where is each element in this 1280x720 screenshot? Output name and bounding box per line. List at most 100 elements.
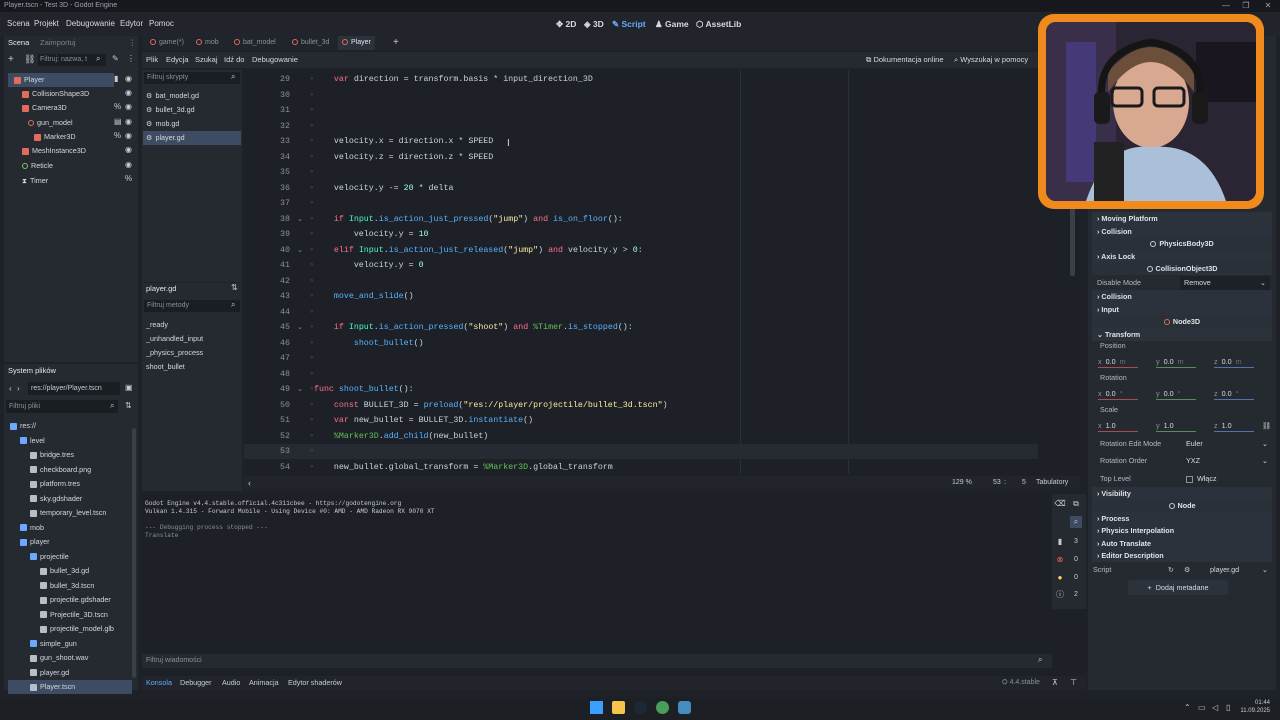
- position-y-field[interactable]: y 0.0 m: [1156, 355, 1210, 369]
- maximize-icon[interactable]: ❐: [1236, 0, 1256, 12]
- section-collision-2[interactable]: › Collision: [1092, 290, 1272, 303]
- code-line[interactable]: velocity.z = direction.z * SPEED: [314, 150, 493, 166]
- visibility-eye-icon[interactable]: ◉: [125, 160, 132, 169]
- code-line[interactable]: var direction = transform.basis * input_…: [314, 72, 593, 88]
- script-menu-file[interactable]: Plik: [146, 52, 158, 68]
- add-tab-icon[interactable]: +: [393, 36, 399, 50]
- code-line[interactable]: func shoot_bullet():: [314, 382, 414, 398]
- code-line[interactable]: velocity.x = direction.x * SPEED: [314, 134, 493, 150]
- method-list-item[interactable]: shoot_bullet: [146, 360, 185, 374]
- fold-arrow-icon[interactable]: ⌄: [297, 246, 303, 254]
- visibility-eye-icon[interactable]: ◉: [125, 131, 132, 140]
- fs-item[interactable]: projectile: [8, 550, 132, 564]
- script-attach-icon[interactable]: ✎: [112, 54, 119, 63]
- fs-item[interactable]: platform.tres: [8, 477, 132, 491]
- code-line[interactable]: if Input.is_action_just_pressed("jump") …: [314, 212, 623, 228]
- scrollbar[interactable]: [132, 428, 136, 678]
- scale-z-field[interactable]: z 1.0: [1214, 419, 1268, 433]
- code-line[interactable]: move_and_slide(): [314, 289, 414, 305]
- fs-item[interactable]: res://: [8, 419, 132, 433]
- visibility-eye-icon[interactable]: ◉: [125, 102, 132, 111]
- fold-arrow-icon[interactable]: ⌄: [297, 215, 303, 223]
- more-icon[interactable]: ⋮: [127, 54, 135, 63]
- visibility-eye-icon[interactable]: ◉: [125, 117, 132, 126]
- scene-tab[interactable]: bat_model: [230, 36, 280, 50]
- add-node-icon[interactable]: +: [8, 54, 14, 65]
- error-icon[interactable]: ⊗: [1054, 554, 1066, 566]
- node-marker[interactable]: Marker3D: [34, 130, 76, 144]
- clock-time[interactable]: 01:44: [1244, 700, 1270, 706]
- code-line[interactable]: new_bullet.global_transform = %Marker3D.…: [314, 460, 613, 476]
- code-line[interactable]: shoot_bullet(): [314, 336, 424, 352]
- menu-editor[interactable]: Edytor: [120, 12, 143, 36]
- expand-icon[interactable]: ⊤: [1070, 676, 1077, 690]
- rotation-y-field[interactable]: y 0.0 °: [1156, 387, 1210, 401]
- chrome-icon[interactable]: [656, 701, 669, 714]
- windows-start-icon[interactable]: [590, 701, 603, 714]
- menu-debug[interactable]: Debugowanie: [66, 12, 115, 36]
- close-icon[interactable]: ✕: [1258, 0, 1278, 12]
- sort-icon[interactable]: ⇅: [231, 283, 238, 292]
- godot-taskbar-icon[interactable]: [678, 701, 691, 714]
- message-filter-input[interactable]: Filtruj wiadomości: [142, 654, 1052, 668]
- method-list-item[interactable]: _physics_process: [146, 346, 203, 360]
- workspace-3d[interactable]: ◈ 3D: [584, 12, 604, 36]
- dock-menu-icon[interactable]: ⋮: [129, 36, 137, 50]
- disable-mode-select[interactable]: Remove ⌄: [1180, 276, 1270, 290]
- sort-icon[interactable]: ⇅: [125, 401, 132, 410]
- film-icon[interactable]: ▤: [114, 117, 122, 126]
- fs-item[interactable]: player: [8, 535, 132, 549]
- fs-item[interactable]: level: [8, 434, 132, 448]
- node-gun-model[interactable]: gun_model: [28, 116, 73, 130]
- warning-icon[interactable]: ●: [1054, 572, 1066, 584]
- copy-icon[interactable]: ⧉: [1070, 498, 1082, 510]
- section-moving-platform[interactable]: › Moving Platform: [1092, 212, 1272, 225]
- code-line[interactable]: if Input.is_action_pressed("shoot") and …: [314, 320, 633, 336]
- node-reticle[interactable]: Reticle: [22, 159, 53, 173]
- menu-scene[interactable]: Scena: [7, 12, 30, 36]
- tab-scene[interactable]: Scena: [4, 36, 33, 50]
- tab-debugger[interactable]: Debugger: [180, 676, 212, 690]
- script-list-item[interactable]: ⚙ bullet_3d.gd: [143, 103, 241, 117]
- script-menu-debug[interactable]: Debugowanie: [252, 52, 298, 68]
- fold-arrow-icon[interactable]: ⌄: [297, 385, 303, 393]
- rotation-order-select[interactable]: YXZ ⌄: [1184, 454, 1272, 468]
- collapse-icon[interactable]: ‹: [248, 476, 251, 490]
- scene-tab[interactable]: game(*): [146, 36, 188, 50]
- files-filter-input[interactable]: Filtruj pliki: [6, 400, 118, 413]
- split-view-icon[interactable]: ▣: [125, 383, 133, 392]
- code-line[interactable]: %Marker3D.add_child(new_bullet): [314, 429, 488, 445]
- gear-icon[interactable]: ⚙: [1184, 563, 1190, 577]
- file-explorer-icon[interactable]: [612, 701, 625, 714]
- fs-item[interactable]: mob: [8, 521, 132, 535]
- menu-project[interactable]: Projekt: [34, 12, 59, 36]
- message-icon[interactable]: ▮: [1054, 536, 1066, 548]
- menu-help[interactable]: Pomoc: [149, 12, 174, 36]
- scale-x-field[interactable]: x 1.0: [1098, 419, 1152, 433]
- workspace-assetlib[interactable]: ⬡ AssetLib: [696, 12, 741, 36]
- script-list-item[interactable]: ⚙ bat_model.gd: [143, 89, 241, 103]
- chevron-up-icon[interactable]: ⌃: [1184, 703, 1191, 712]
- scene-tab[interactable]: Player: [338, 36, 375, 50]
- battery-icon[interactable]: ▯: [1226, 703, 1230, 712]
- fs-item[interactable]: temporary_level.tscn: [8, 506, 132, 520]
- workspace-script[interactable]: ✎ Script: [612, 12, 646, 36]
- zoom-level[interactable]: 129 %: [952, 476, 972, 490]
- fs-item[interactable]: projectile_model.glb: [8, 622, 132, 636]
- scene-tab[interactable]: bullet_3d: [288, 36, 333, 50]
- position-z-field[interactable]: z 0.0 m: [1214, 355, 1268, 369]
- online-docs-link[interactable]: ⧉ Dokumentacja online: [866, 52, 944, 68]
- fs-item[interactable]: bridge.tres: [8, 448, 132, 462]
- signal-icon[interactable]: %: [125, 174, 132, 183]
- fs-item[interactable]: gun_shoot.wav: [8, 651, 132, 665]
- node-collisionshape[interactable]: CollisionShape3D: [22, 87, 89, 101]
- rotation-edit-mode-select[interactable]: Euler ⌄: [1184, 437, 1272, 451]
- section-physics-interpolation[interactable]: › Physics Interpolation: [1092, 524, 1272, 537]
- method-filter-input[interactable]: Filtruj metody: [144, 300, 240, 312]
- clock-date[interactable]: 11.09.2025: [1236, 708, 1270, 714]
- visibility-eye-icon[interactable]: ◉: [125, 88, 132, 97]
- node-mesh[interactable]: MeshInstance3D: [22, 144, 86, 158]
- position-x-field[interactable]: x 0.0 m: [1098, 355, 1152, 369]
- visibility-eye-icon[interactable]: ◉: [125, 74, 132, 83]
- search-toggle-icon[interactable]: ⌕: [1070, 516, 1082, 528]
